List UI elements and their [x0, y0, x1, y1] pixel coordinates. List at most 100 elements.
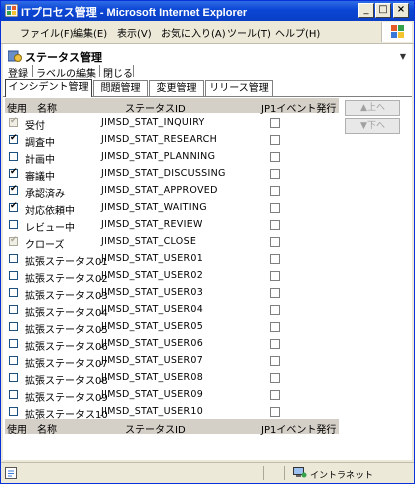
status-separator: [284, 466, 285, 480]
close-page-button[interactable]: 閉じる: [103, 65, 133, 80]
use-checkbox[interactable]: [9, 220, 18, 229]
col-status-id: ステータスID: [125, 425, 186, 436]
status-name: 拡張ステータス06: [25, 342, 108, 353]
status-name: 審議中: [25, 172, 55, 183]
use-checkbox[interactable]: [9, 254, 18, 263]
use-checkbox[interactable]: ✔: [9, 133, 18, 144]
status-id: JIMSD_STAT_USER02: [101, 270, 204, 281]
move-down-button[interactable]: ▼下へ: [345, 118, 400, 134]
tab-incident[interactable]: インシデント管理: [5, 79, 92, 97]
table-row: ✔ クローズ JIMSD_STAT_CLOSE: [5, 233, 339, 251]
table-row: 拡張ステータス08 JIMSD_STAT_USER08: [5, 369, 339, 387]
use-checkbox[interactable]: ✔: [9, 184, 18, 195]
table-row: ✔ 審議中 JIMSD_STAT_DISCUSSING: [5, 165, 339, 183]
status-id: JIMSD_STAT_DISCUSSING: [101, 168, 226, 179]
use-checkbox[interactable]: ✔: [9, 167, 18, 178]
jp1-event-checkbox[interactable]: [270, 305, 280, 315]
status-id: JIMSD_STAT_USER07: [101, 355, 204, 366]
jp1-event-checkbox[interactable]: [270, 288, 280, 298]
use-checkbox[interactable]: [9, 390, 18, 399]
table-row: ✔ 受付 JIMSD_STAT_INQUIRY: [5, 114, 339, 132]
register-button[interactable]: 登録: [8, 65, 28, 80]
page-status-icon: [5, 467, 17, 479]
table-row: レビュー中 JIMSD_STAT_REVIEW: [5, 216, 339, 234]
use-checkbox[interactable]: [9, 407, 18, 416]
jp1-event-checkbox[interactable]: [270, 118, 280, 128]
jp1-event-checkbox[interactable]: [270, 407, 280, 417]
ie-icon: [5, 4, 18, 17]
status-id: JIMSD_STAT_RESEARCH: [101, 134, 218, 145]
checkmark-icon: ✔: [10, 116, 18, 126]
menu-favorites[interactable]: お気に入り(A): [161, 25, 226, 40]
col-jp1: JP1イベント発行: [261, 425, 337, 436]
col-use: 使用: [7, 104, 27, 115]
toolbar-separator: [133, 65, 134, 77]
title-bar: ITプロセス管理 - Microsoft Internet Explorer _…: [1, 1, 414, 21]
use-checkbox[interactable]: [9, 356, 18, 365]
jp1-event-checkbox[interactable]: [270, 237, 280, 247]
close-button[interactable]: ×: [393, 3, 409, 18]
edit-labels-button[interactable]: ラベルの編集: [36, 65, 96, 80]
table-row: 拡張ステータス04 JIMSD_STAT_USER04: [5, 301, 339, 319]
jp1-event-checkbox[interactable]: [270, 220, 280, 230]
status-name: 拡張ステータス01: [25, 257, 108, 268]
tab-problem[interactable]: 問題管理: [93, 80, 148, 96]
jp1-event-checkbox[interactable]: [270, 339, 280, 349]
status-id: JIMSD_STAT_CLOSE: [101, 236, 197, 247]
use-checkbox[interactable]: ✔: [9, 201, 18, 212]
minimize-button[interactable]: _: [358, 3, 374, 18]
windows-logo-icon: [381, 22, 412, 42]
jp1-event-checkbox[interactable]: [270, 203, 280, 213]
table-row: 拡張ステータス01 JIMSD_STAT_USER01: [5, 250, 339, 268]
window-title: ITプロセス管理 - Microsoft Internet Explorer: [21, 7, 248, 19]
jp1-event-checkbox[interactable]: [270, 135, 280, 145]
jp1-event-checkbox[interactable]: [270, 152, 280, 162]
menu-view[interactable]: 表示(V): [117, 25, 152, 40]
collapse-icon[interactable]: ▼: [400, 52, 406, 61]
use-checkbox[interactable]: [9, 305, 18, 314]
col-status-id: ステータスID: [125, 104, 186, 115]
browser-window: ITプロセス管理 - Microsoft Internet Explorer _…: [0, 0, 415, 484]
menu-help[interactable]: ヘルプ(H): [275, 25, 320, 40]
use-checkbox[interactable]: [9, 271, 18, 280]
use-checkbox[interactable]: [9, 339, 18, 348]
maximize-button[interactable]: □: [375, 3, 391, 18]
jp1-event-checkbox[interactable]: [270, 186, 280, 196]
use-checkbox[interactable]: [9, 322, 18, 331]
status-name: 拡張ステータス07: [25, 359, 108, 370]
status-name: 拡張ステータス09: [25, 393, 108, 404]
jp1-event-checkbox[interactable]: [270, 390, 280, 400]
move-up-button[interactable]: ▲上へ: [345, 100, 400, 116]
status-name: 調査中: [25, 138, 55, 149]
status-name: クローズ: [25, 240, 65, 251]
use-checkbox[interactable]: [9, 288, 18, 297]
menu-edit[interactable]: 編集(E): [73, 25, 107, 40]
checkmark-icon: ✔: [10, 167, 18, 177]
tab-release[interactable]: リリース管理: [205, 80, 273, 96]
col-name: 名称: [37, 104, 57, 115]
use-checkbox: ✔: [9, 235, 18, 246]
jp1-event-checkbox[interactable]: [270, 271, 280, 281]
use-checkbox[interactable]: [9, 373, 18, 382]
page-content: ステータス管理 ▼ 登録 ラベルの編集 閉じる インシデント管理 問題管理 変更…: [3, 44, 412, 460]
col-name: 名称: [37, 425, 57, 436]
jp1-event-checkbox[interactable]: [270, 356, 280, 366]
status-id: JIMSD_STAT_WAITING: [101, 202, 207, 213]
table-row: ✔ 調査中 JIMSD_STAT_RESEARCH: [5, 131, 339, 149]
table-row: 拡張ステータス09 JIMSD_STAT_USER09: [5, 386, 339, 404]
tab-change[interactable]: 変更管理: [149, 80, 204, 96]
table-row: 拡張ステータス05 JIMSD_STAT_USER05: [5, 318, 339, 336]
table-row: 計画中 JIMSD_STAT_PLANNING: [5, 148, 339, 166]
jp1-event-checkbox[interactable]: [270, 169, 280, 179]
jp1-event-checkbox[interactable]: [270, 373, 280, 383]
table-row: 拡張ステータス07 JIMSD_STAT_USER07: [5, 352, 339, 370]
table-row: ✔ 対応依頼中 JIMSD_STAT_WAITING: [5, 199, 339, 217]
status-name: 承認済み: [25, 189, 65, 200]
jp1-event-checkbox[interactable]: [270, 254, 280, 264]
menu-file[interactable]: ファイル(F): [20, 25, 74, 40]
use-checkbox: ✔: [9, 116, 18, 127]
use-checkbox[interactable]: [9, 152, 18, 161]
table-row: 拡張ステータス06 JIMSD_STAT_USER06: [5, 335, 339, 353]
jp1-event-checkbox[interactable]: [270, 322, 280, 332]
menu-tools[interactable]: ツール(T): [227, 25, 271, 40]
